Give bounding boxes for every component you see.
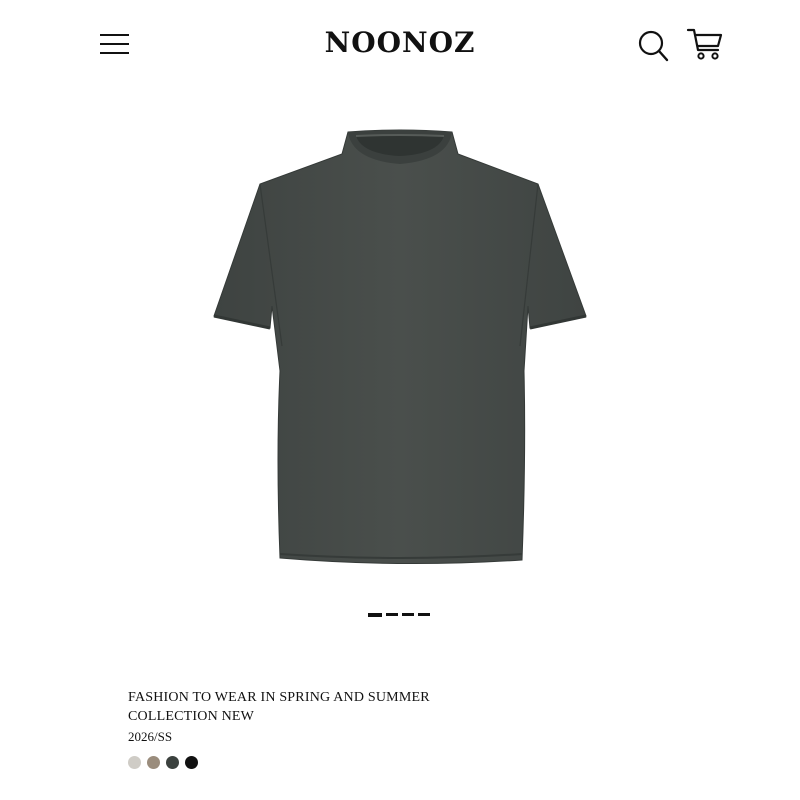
header: NOONOZ bbox=[0, 0, 800, 90]
cart-button[interactable] bbox=[686, 26, 724, 62]
search-button[interactable] bbox=[637, 28, 671, 64]
product-image[interactable] bbox=[210, 126, 590, 568]
swatch-light-grey[interactable] bbox=[128, 756, 141, 769]
pager-dot-2[interactable] bbox=[386, 613, 398, 616]
swatch-black[interactable] bbox=[185, 756, 198, 769]
swatch-charcoal-green[interactable] bbox=[166, 756, 179, 769]
image-pager bbox=[368, 613, 430, 617]
swatch-taupe[interactable] bbox=[147, 756, 160, 769]
pager-dot-4[interactable] bbox=[418, 613, 430, 616]
shopping-cart-icon bbox=[686, 28, 723, 60]
product-title-line-2: COLLECTION NEW bbox=[128, 709, 255, 724]
search-icon bbox=[638, 30, 669, 62]
tshirt-image bbox=[213, 129, 587, 565]
pager-dot-3[interactable] bbox=[402, 613, 414, 616]
brand-logo[interactable]: NOONOZ bbox=[0, 26, 800, 59]
color-swatches bbox=[128, 756, 430, 769]
product-info: FASHION TO WEAR IN SPRING AND SUMMER COL… bbox=[128, 688, 430, 769]
product-title-line-1: FASHION TO WEAR IN SPRING AND SUMMER bbox=[128, 690, 430, 705]
pager-dot-1[interactable] bbox=[368, 613, 382, 617]
product-season: 2026/SS bbox=[128, 729, 173, 744]
